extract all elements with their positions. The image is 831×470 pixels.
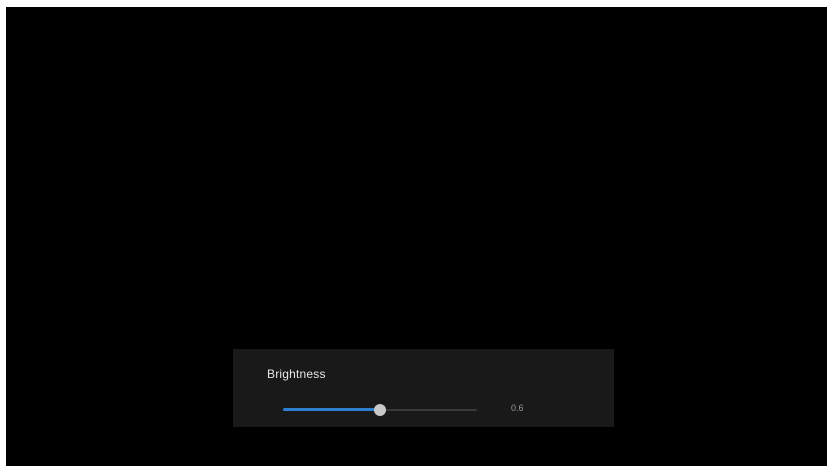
- slider-fill: [283, 408, 380, 411]
- brightness-panel: Brightness 0.6: [233, 349, 614, 427]
- brightness-slider[interactable]: [283, 404, 477, 416]
- slider-thumb[interactable]: [374, 404, 386, 416]
- brightness-value: 0.6: [511, 403, 524, 413]
- display-screen: Brightness 0.6: [6, 7, 827, 466]
- brightness-label: Brightness: [267, 367, 326, 381]
